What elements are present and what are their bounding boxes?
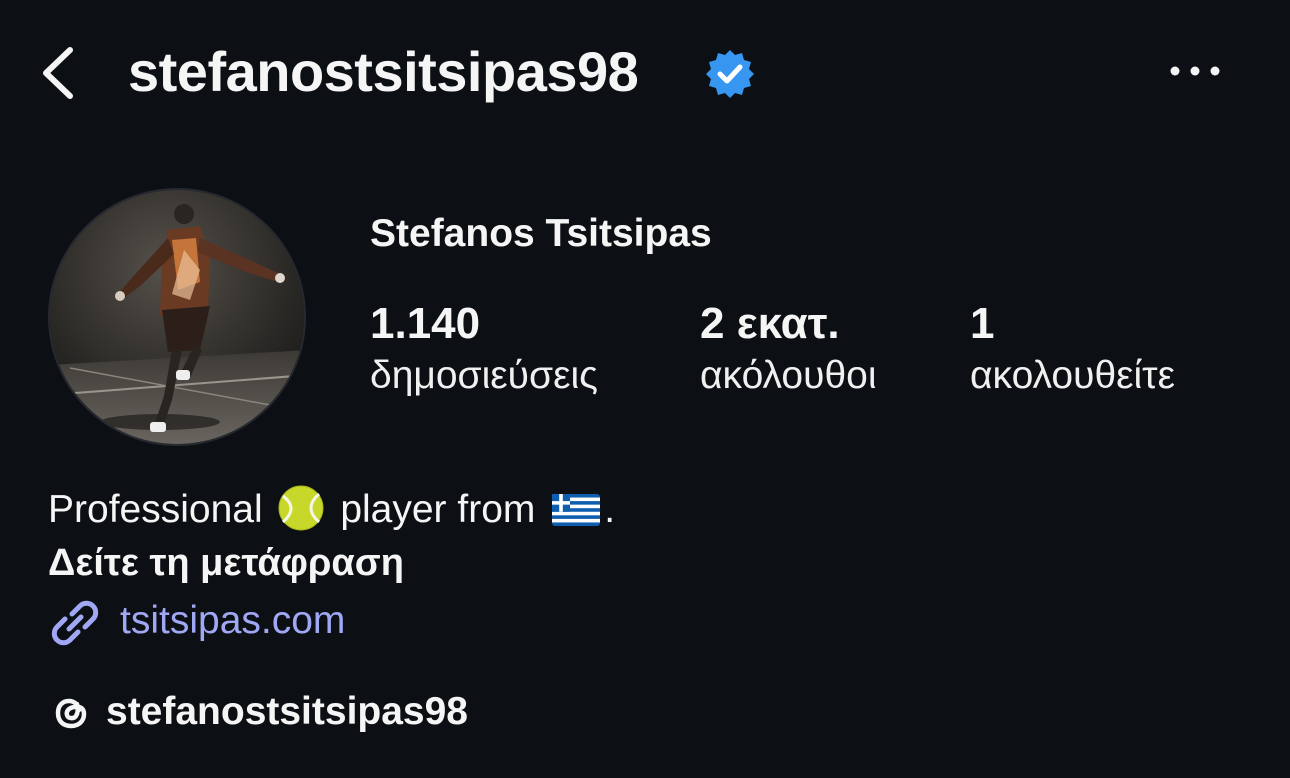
stat-posts: 1.140 δημοσιεύσεις xyxy=(370,298,598,402)
avatar-photo xyxy=(50,190,304,444)
profile-full-name: Stefanos Tsitsipas xyxy=(370,212,712,255)
profile-bio: Professional player from . xyxy=(48,484,615,535)
profile-avatar[interactable] xyxy=(48,188,306,446)
profile-username: stefanostsitsipas98 xyxy=(128,40,639,103)
link-icon xyxy=(51,600,99,646)
bio-text-2: player from xyxy=(340,488,536,531)
stat-posts-value: 1.140 xyxy=(370,299,481,348)
see-translation-button[interactable]: Δείτε τη μετάφραση xyxy=(48,538,404,588)
stat-following-value: 1 xyxy=(970,299,995,348)
bio-text-3: . xyxy=(604,488,616,531)
bio-text-1: Professional xyxy=(48,488,263,531)
verified-badge-icon xyxy=(706,50,754,98)
stat-followers[interactable]: 2 εκατ. ακόλουθοι xyxy=(700,298,877,402)
tennis-ball-emoji-icon xyxy=(278,485,324,531)
profile-header: stefanostsitsipas98 xyxy=(0,0,1290,150)
threads-handle: stefanostsitsipas98 xyxy=(106,690,468,733)
threads-icon xyxy=(55,698,87,729)
stat-followers-value: 2 εκατ. xyxy=(700,299,840,348)
chevron-left-icon[interactable] xyxy=(36,42,84,104)
stat-posts-label: δημοσιεύσεις xyxy=(370,354,598,397)
stat-following-label: ακολουθείτε xyxy=(970,354,1175,397)
stat-following[interactable]: 1 ακολουθείτε xyxy=(970,298,1175,402)
stat-followers-label: ακόλουθοι xyxy=(700,354,877,397)
profile-link-text[interactable]: tsitsipas.com xyxy=(120,594,345,648)
greek-flag-emoji-icon xyxy=(552,494,601,526)
more-horizontal-icon[interactable] xyxy=(1166,56,1224,86)
